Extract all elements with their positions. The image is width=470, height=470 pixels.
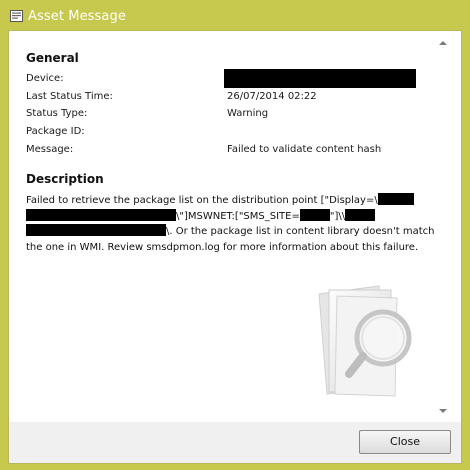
status-type-label: Status Type: [26,108,88,119]
description-part-1: Failed to retrieve the package list on t… [26,195,378,206]
description-text: Failed to retrieve the package list on t… [26,193,441,255]
last-status-time-label: Last Status Time: [26,91,113,102]
description-heading: Description [26,172,104,186]
redacted-block [345,208,376,221]
asset-message-icon [10,10,23,22]
general-heading: General [26,51,79,65]
description-part-3: "]\\ [329,210,346,222]
message-value: Failed to validate content hash [227,144,382,155]
vertical-scrollbar[interactable] [438,37,448,420]
title-bar[interactable]: Asset Message [0,0,470,30]
redacted-block [377,193,414,205]
magnifier-document-icon [318,285,412,397]
device-label: Device: [26,73,64,84]
dialog-client-area: General Device: Last Status Time: 26/07/… [8,30,462,464]
message-label: Message: [26,144,74,155]
status-type-value: Warning [227,108,269,119]
description-part-2: \"]MSWNET:["SMS_SITE= [176,210,300,222]
window-title: Asset Message [28,9,126,24]
last-status-time-value: 26/07/2014 02:22 [227,91,317,102]
redacted-block [26,224,166,236]
scroll-down-icon[interactable] [439,409,447,413]
device-value-redacted [224,69,416,88]
redacted-block [299,208,330,221]
scroll-up-icon[interactable] [439,41,447,45]
close-button[interactable]: Close [359,430,451,454]
dialog-footer: Close [9,422,461,463]
message-content: General Device: Last Status Time: 26/07/… [9,31,449,422]
dialog-window: Asset Message General Device: Last Statu… [0,0,470,470]
redacted-block [26,208,176,221]
package-id-label: Package ID: [26,126,85,137]
